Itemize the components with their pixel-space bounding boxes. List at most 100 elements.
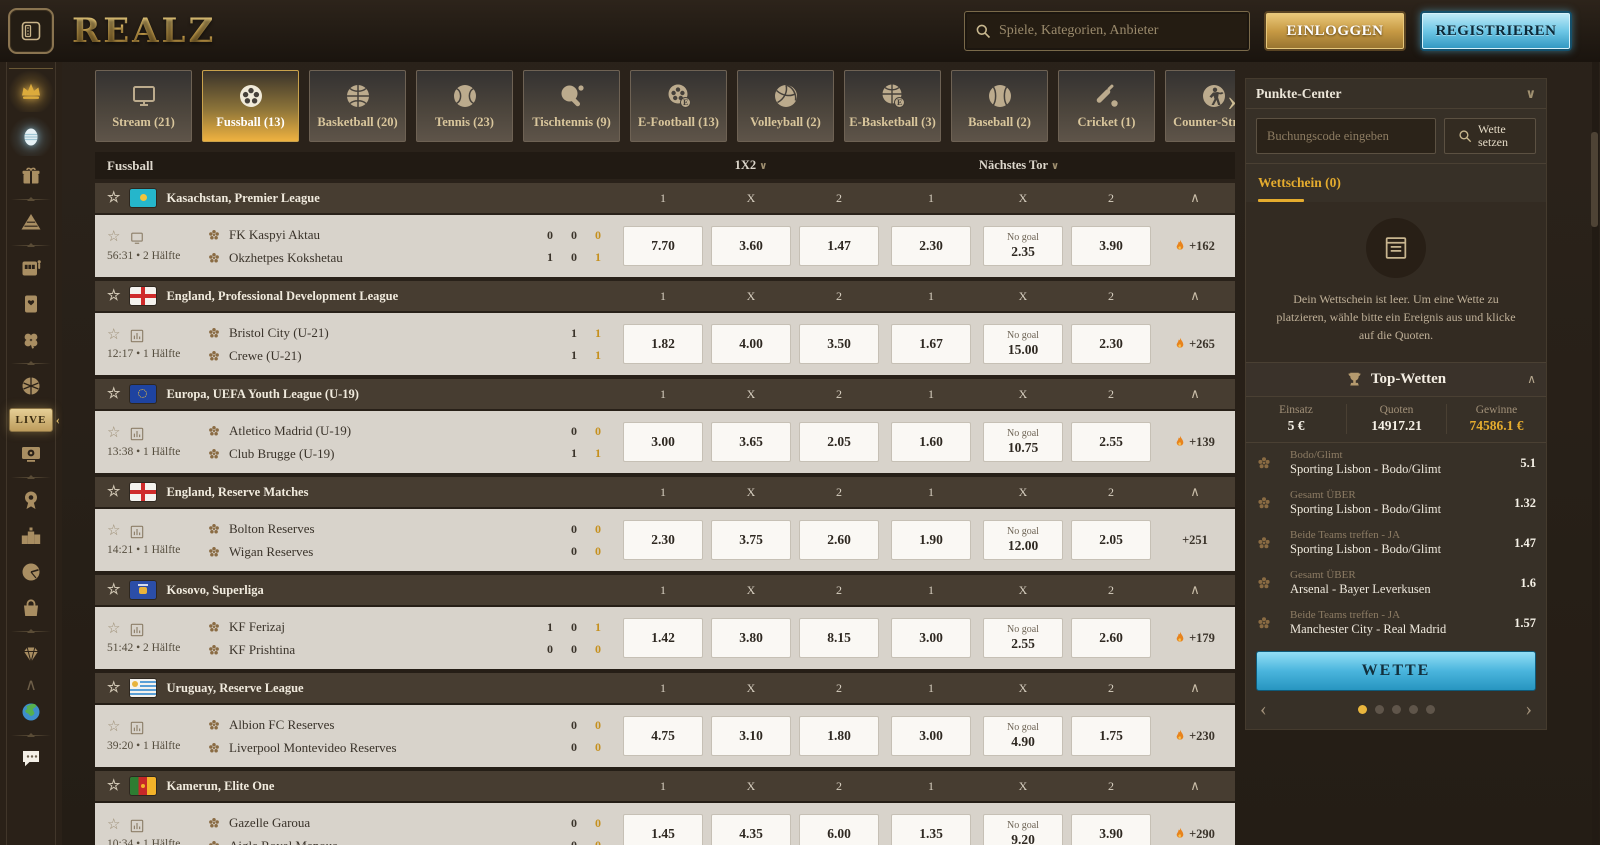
favorite-star-icon[interactable]: ☆ (107, 524, 120, 539)
match-row[interactable]: ☆ 13:38 • 1 Hälfte Atletico Madrid (U-19… (95, 411, 1235, 473)
odds-button-no-goal[interactable]: No goal2.35 (983, 226, 1063, 266)
odds-button-x[interactable]: 3.10 (711, 716, 791, 756)
odds-button-ng-1[interactable]: 1.67 (891, 324, 971, 364)
collapse-icon[interactable]: ∧ (1155, 484, 1235, 500)
sidebar-item-sports[interactable] (9, 370, 53, 402)
odds-button-x[interactable]: 4.00 (711, 324, 791, 364)
market-select-next-goal[interactable]: Nächstes Tor ∨ (883, 158, 1155, 173)
boost-odds[interactable]: +179 (1155, 631, 1235, 646)
odds-button-ng-2[interactable]: 2.60 (1071, 618, 1151, 658)
favorite-star-icon[interactable]: ☆ (107, 681, 120, 696)
favorite-star-icon[interactable]: ☆ (107, 622, 120, 637)
tab-e-football[interactable]: E E-Football (13) (630, 70, 727, 142)
league-header[interactable]: ☆ England, Professional Development Leag… (95, 281, 1235, 311)
pager-dot[interactable] (1426, 705, 1435, 714)
collapse-icon[interactable]: ∧ (1527, 372, 1536, 387)
favorite-star-icon[interactable]: ☆ (107, 485, 120, 500)
sidebar-item-language[interactable] (9, 696, 53, 728)
odds-button-ng-2[interactable]: 3.90 (1071, 814, 1151, 845)
odds-button-ng-1[interactable]: 2.30 (891, 226, 971, 266)
boost-odds[interactable]: +290 (1155, 827, 1235, 842)
odds-button-no-goal[interactable]: No goal2.55 (983, 618, 1063, 658)
pager-dot[interactable] (1409, 705, 1418, 714)
favorite-star-icon[interactable]: ☆ (107, 191, 120, 206)
match-row[interactable]: ☆ 10:34 • 1 Hälfte Gazelle Garoua Aigle … (95, 803, 1235, 845)
scrollbar-thumb[interactable] (1591, 132, 1598, 227)
sidebar-item-shop[interactable] (9, 592, 53, 624)
betslip-tab[interactable]: Wettschein (0) (1246, 164, 1546, 202)
odds-button-x[interactable]: 3.60 (711, 226, 791, 266)
tab-counter-strike[interactable]: Counter-Strike (1165, 70, 1235, 142)
odds-button-ng-1[interactable]: 1.60 (891, 422, 971, 462)
search-input[interactable] (999, 23, 1239, 39)
sidebar-item-awards[interactable] (9, 484, 53, 516)
boost-odds[interactable]: +265 (1155, 337, 1235, 352)
sidebar-item-slots[interactable] (9, 252, 53, 284)
sidebar-toggle-button[interactable] (8, 8, 54, 54)
sidebar-item-egg[interactable] (9, 116, 53, 156)
odds-button-ng-2[interactable]: 2.30 (1071, 324, 1151, 364)
global-search[interactable] (964, 11, 1250, 51)
odds-button-1[interactable]: 1.82 (623, 324, 703, 364)
top-bet-item[interactable]: Gesamt ÜBERSporting Lisbon - Bodo/Glimt … (1246, 483, 1546, 523)
match-row[interactable]: ☆ 14:21 • 1 Hälfte Bolton Reserves Wigan… (95, 509, 1235, 571)
collapse-icon[interactable]: ∧ (1155, 190, 1235, 206)
tab-tennis[interactable]: Tennis (23) (416, 70, 513, 142)
sidebar-item-promotions[interactable] (9, 160, 53, 192)
tab-cricket[interactable]: Cricket (1) (1058, 70, 1155, 142)
odds-button-ng-1[interactable]: 1.90 (891, 520, 971, 560)
page-scrollbar[interactable] (1592, 62, 1599, 845)
odds-button-no-goal[interactable]: No goal10.75 (983, 422, 1063, 462)
pager-dot[interactable] (1375, 705, 1384, 714)
boost-odds[interactable]: +139 (1155, 435, 1235, 450)
odds-button-2[interactable]: 1.80 (799, 716, 879, 756)
league-header[interactable]: ☆ Kosovo, Superliga 1X21X2 ∧ (95, 575, 1235, 605)
league-header[interactable]: ☆ England, Reserve Matches 1X21X2 ∧ (95, 477, 1235, 507)
odds-button-ng-2[interactable]: 2.55 (1071, 422, 1151, 462)
favorite-star-icon[interactable]: ☆ (107, 426, 120, 441)
league-header[interactable]: ☆ Europa, UEFA Youth League (U-19) 1X21X… (95, 379, 1235, 409)
odds-button-2[interactable]: 2.60 (799, 520, 879, 560)
boost-odds[interactable]: +251 (1155, 533, 1235, 548)
sidebar-item-live-tv[interactable] (9, 438, 53, 470)
collapse-icon[interactable]: ∧ (1155, 288, 1235, 304)
top-bet-item[interactable]: Beide Teams treffen - JASporting Lisbon … (1246, 523, 1546, 563)
brand-logo[interactable]: REALZ (72, 11, 216, 51)
pager-dot[interactable] (1392, 705, 1401, 714)
odds-button-1[interactable]: 1.45 (623, 814, 703, 845)
odds-button-1[interactable]: 3.00 (623, 422, 703, 462)
top-bets-header[interactable]: Top-Wetten ∧ (1246, 363, 1546, 397)
set-bet-button[interactable]: Wette setzen (1444, 118, 1536, 154)
register-button[interactable]: REGISTRIEREN (1420, 11, 1572, 51)
sidebar-item-fortune[interactable] (9, 556, 53, 588)
tab-basketball[interactable]: Basketball (20) (309, 70, 406, 142)
booking-code-input[interactable] (1256, 118, 1436, 154)
favorite-star-icon[interactable]: ☆ (107, 328, 120, 343)
favorite-star-icon[interactable]: ☆ (107, 779, 120, 794)
tab-volleyball[interactable]: Volleyball (2) (737, 70, 834, 142)
odds-button-2[interactable]: 6.00 (799, 814, 879, 845)
sidebar-item-leaderboard[interactable] (9, 520, 53, 552)
odds-button-no-goal[interactable]: No goal9.20 (983, 814, 1063, 845)
odds-button-ng-2[interactable]: 1.75 (1071, 716, 1151, 756)
top-bet-item[interactable]: Bodo/GlimtSporting Lisbon - Bodo/Glimt 5… (1246, 443, 1546, 483)
collapse-icon[interactable]: ∧ (1155, 680, 1235, 696)
collapse-icon[interactable]: ∧ (1155, 386, 1235, 402)
boost-odds[interactable]: +162 (1155, 239, 1235, 254)
sidebar-item-live[interactable]: LIVE ‹ (9, 408, 53, 432)
odds-button-ng-2[interactable]: 2.05 (1071, 520, 1151, 560)
odds-button-2[interactable]: 1.47 (799, 226, 879, 266)
odds-button-1[interactable]: 7.70 (623, 226, 703, 266)
odds-button-no-goal[interactable]: No goal15.00 (983, 324, 1063, 364)
sidebar-item-pyramid[interactable] (9, 206, 53, 238)
odds-button-x[interactable]: 4.35 (711, 814, 791, 845)
punkte-center-header[interactable]: Punkte-Center ∨ (1246, 79, 1546, 109)
favorite-star-icon[interactable]: ☆ (107, 230, 120, 245)
odds-button-x[interactable]: 3.65 (711, 422, 791, 462)
match-row[interactable]: ☆ 12:17 • 1 Hälfte Bristol City (U-21) C… (95, 313, 1235, 375)
match-row[interactable]: ☆ 39:20 • 1 Hälfte Albion FC Reserves Li… (95, 705, 1235, 767)
collapse-icon[interactable]: ∧ (1155, 582, 1235, 598)
odds-button-no-goal[interactable]: No goal4.90 (983, 716, 1063, 756)
market-select-1x2[interactable]: 1X2 ∨ (619, 158, 883, 173)
odds-button-x[interactable]: 3.75 (711, 520, 791, 560)
